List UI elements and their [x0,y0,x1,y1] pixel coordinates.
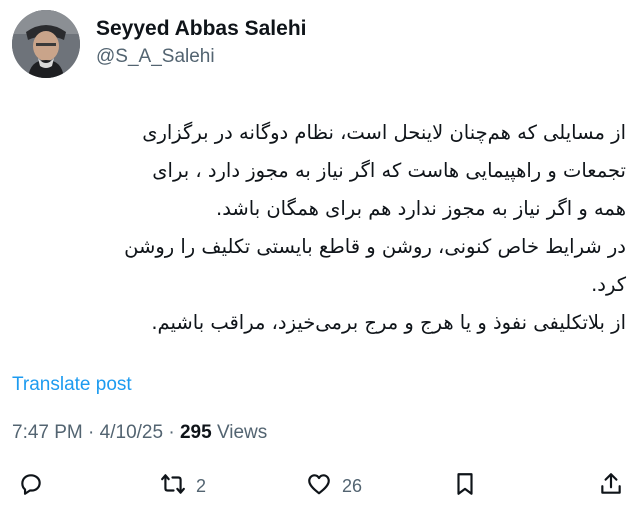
heart-icon [306,471,332,502]
author-handle[interactable]: @S_A_Salehi [96,44,306,70]
post-text: از مسایلی که هم‌چنان لاینحل است، نظام دو… [16,114,626,342]
translate-post-link[interactable]: Translate post [12,374,132,396]
meta-separator: · [168,422,175,443]
reply-icon [18,471,44,502]
post-text-line: تجمعات و راهپیمایی هاست که اگر نیاز به م… [152,159,626,182]
post-text-line: از مسایلی که هم‌چنان لاینحل است، نظام دو… [142,121,626,144]
bookmark-icon [452,471,478,502]
author-names: Seyyed Abbas Salehi @S_A_Salehi [96,16,306,70]
post-text-line: در شرایط خاص کنونی، روشن و قاطع بایستی ت… [124,235,626,258]
reply-button[interactable] [18,466,44,506]
post-header: Seyyed Abbas Salehi @S_A_Salehi [12,10,628,80]
views-count[interactable]: 295 [180,422,212,443]
display-name[interactable]: Seyyed Abbas Salehi [96,16,306,42]
bookmark-button[interactable] [452,466,478,506]
action-bar: 2 26 [0,466,640,506]
post-text-line: از بلاتکلیفی نفوذ و یا هرج و مرج برمی‌خی… [151,311,626,334]
post-text-line: کرد. [591,273,626,296]
meta-separator: · [88,422,95,443]
share-icon [598,471,624,502]
post-date[interactable]: 4/10/25 [100,422,163,443]
views-label: Views [216,422,268,443]
like-count: 26 [342,475,363,496]
retweet-count: 2 [196,475,207,496]
share-button[interactable] [598,466,624,506]
like-button[interactable]: 26 [306,466,362,506]
post-meta: 7:47 PM · 4/10/25 · 295 Views [12,422,267,444]
retweet-button[interactable]: 2 [160,466,206,506]
post-time[interactable]: 7:47 PM [12,422,83,443]
avatar[interactable] [12,10,80,78]
post-text-line: همه و اگر نیاز به مجوز ندارد هم برای همگ… [216,197,626,220]
retweet-icon [160,471,186,502]
